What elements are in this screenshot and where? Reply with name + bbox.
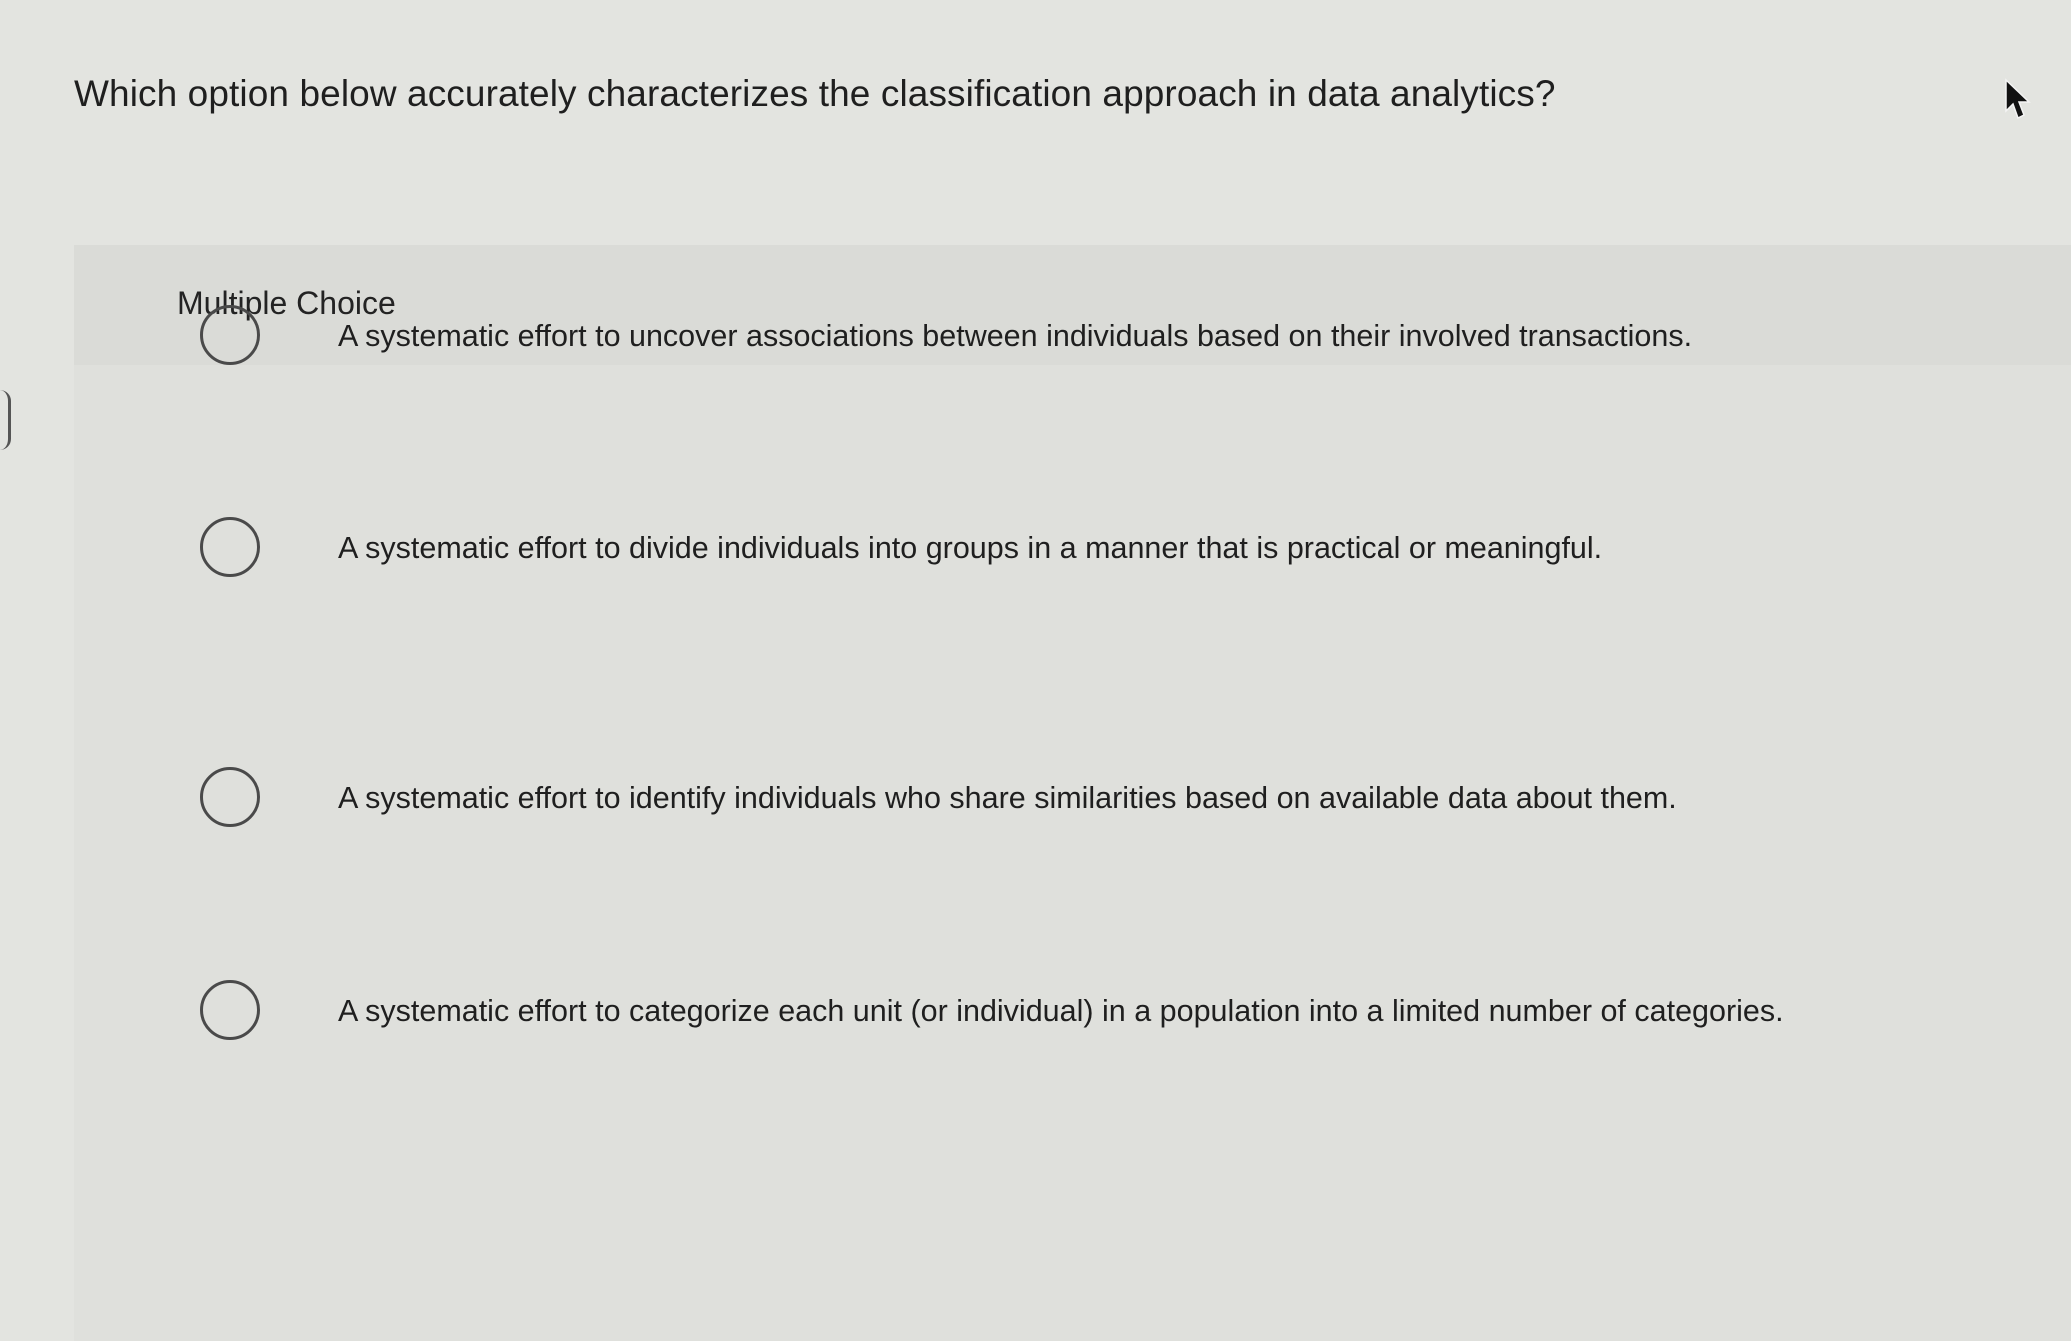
answer-option-label: A systematic effort to identify individu… <box>338 781 1677 815</box>
mouse-pointer-icon <box>2005 78 2031 120</box>
answer-option-label: A systematic effort to divide individual… <box>338 531 1603 565</box>
answer-option-b[interactable]: A systematic effort to divide individual… <box>0 490 2071 610</box>
radio-button-icon[interactable] <box>200 980 260 1040</box>
answer-option-c[interactable]: A systematic effort to identify individu… <box>0 740 2071 860</box>
question-text: Which option below accurately characteri… <box>74 73 1556 114</box>
screen-edge-handle <box>0 390 11 450</box>
radio-button-icon[interactable] <box>200 767 260 827</box>
answer-option-d[interactable]: A systematic effort to categorize each u… <box>0 953 2071 1073</box>
answer-option-label: A systematic effort to uncover associati… <box>338 319 1693 353</box>
radio-button-icon[interactable] <box>200 517 260 577</box>
radio-button-icon[interactable] <box>200 305 260 365</box>
answer-option-a[interactable]: A systematic effort to uncover associati… <box>0 278 2071 398</box>
answer-option-label: A systematic effort to categorize each u… <box>338 994 1784 1028</box>
